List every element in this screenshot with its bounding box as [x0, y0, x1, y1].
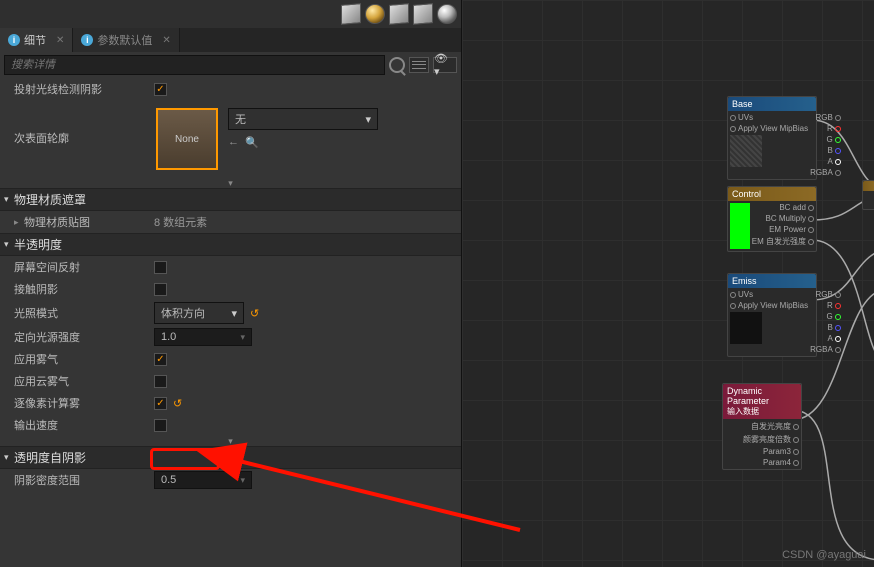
primitive-ball-icon[interactable] [437, 4, 457, 24]
details-panel: i 细节 ✕ i 参数默认值 ✕ 👁 ▾ 投射光线检测阴影 次表面轮廓 [0, 0, 462, 567]
prop-label: 阴影密度范围 [14, 472, 154, 488]
primitive-plane-icon[interactable] [389, 3, 409, 25]
node-base[interactable]: Base UVs Apply View MipBias RGB R G B A … [727, 96, 817, 180]
prop-label: 次表面轮廓 [14, 130, 154, 146]
prop-label: 定向光源强度 [14, 329, 154, 345]
watermark: CSDN @ayaguai [782, 549, 866, 561]
asset-thumbnail[interactable]: None [156, 108, 218, 170]
search-input[interactable] [4, 55, 385, 75]
checkbox[interactable] [154, 419, 167, 432]
preview-primitive-toolbar [0, 0, 461, 28]
properties-scroll[interactable]: 投射光线检测阴影 次表面轮廓 None 无▾ ← 🔍 ▾物理材质 [0, 78, 461, 567]
tab-details[interactable]: i 细节 ✕ [0, 28, 73, 52]
checkbox[interactable] [154, 353, 167, 366]
prop-label: 屏幕空间反射 [14, 259, 154, 275]
use-asset-icon[interactable]: ← [228, 136, 239, 149]
tab-param-defaults[interactable]: i 参数默认值 ✕ [73, 28, 179, 52]
texture-preview [730, 312, 762, 344]
checkbox-perpixel-fog[interactable] [154, 397, 167, 410]
info-icon: i [81, 34, 93, 46]
category-self-shadow[interactable]: ▾透明度自阴影 [0, 446, 461, 469]
node-emiss[interactable]: Emiss UVs Apply View MipBias RGB R G B A… [727, 273, 817, 357]
prop-label: 逐像素计算雾 [14, 395, 154, 411]
prop-label: 投射光线检测阴影 [14, 81, 154, 97]
search-icon[interactable] [389, 57, 405, 73]
checkbox[interactable] [154, 375, 167, 388]
lightmode-dropdown[interactable]: 体积方向▾ [154, 302, 244, 324]
reset-icon[interactable]: ↺ [173, 397, 182, 410]
prop-label: 输出速度 [14, 417, 154, 433]
splitter-icon[interactable] [0, 178, 461, 188]
tab-label: 参数默认值 [97, 32, 152, 48]
texture-preview [730, 203, 750, 249]
checkbox[interactable] [154, 283, 167, 296]
reset-icon[interactable]: ↺ [250, 307, 259, 320]
node-header: Base [728, 97, 816, 111]
visibility-filter-button[interactable]: 👁 ▾ [433, 57, 457, 73]
numeric-input[interactable]: 1.0▾ [154, 328, 252, 346]
info-icon: i [8, 34, 20, 46]
category-physical-material[interactable]: ▾物理材质遮罩 [0, 188, 461, 211]
material-graph[interactable]: Base UVs Apply View MipBias RGB R G B A … [462, 0, 874, 567]
prop-label: 应用云雾气 [14, 373, 154, 389]
close-icon[interactable]: ✕ [162, 35, 170, 46]
prop-label: 接触阴影 [14, 281, 154, 297]
category-translucency[interactable]: ▾半透明度 [0, 233, 461, 256]
prop-label: 应用雾气 [14, 351, 154, 367]
splitter-icon[interactable] [0, 436, 461, 446]
node-header: Control [728, 187, 816, 201]
checkbox[interactable] [154, 83, 167, 96]
primitive-cylinder-icon[interactable] [341, 3, 361, 25]
view-mode-button[interactable] [409, 57, 429, 73]
close-icon[interactable]: ✕ [56, 35, 64, 46]
tab-label: 细节 [24, 32, 46, 48]
node-header: Emiss [728, 274, 816, 288]
tabs-bar: i 细节 ✕ i 参数默认值 ✕ [0, 28, 461, 52]
node-partial[interactable] [862, 180, 874, 210]
checkbox[interactable] [154, 261, 167, 274]
search-row: 👁 ▾ [0, 52, 461, 78]
browse-asset-icon[interactable]: 🔍 [245, 136, 259, 149]
prop-label: 光照模式 [14, 305, 154, 321]
primitive-sphere-icon[interactable] [365, 4, 385, 24]
primitive-cube-icon[interactable] [413, 3, 433, 25]
subsurface-dropdown[interactable]: 无▾ [228, 108, 378, 130]
texture-preview [730, 135, 762, 167]
prop-label: 物理材质贴图 [24, 214, 154, 230]
prop-value: 8 数组元素 [154, 214, 207, 230]
node-control[interactable]: Control BC add BC Multiply EM Power EM 自… [727, 186, 817, 252]
numeric-input[interactable]: 0.5▾ [154, 471, 252, 489]
node-dynamic-parameter[interactable]: Dynamic Parameter 输入数据 自发光亮度 颜雾亮度倍数 Para… [722, 383, 802, 470]
node-header: Dynamic Parameter 输入数据 [723, 384, 801, 419]
